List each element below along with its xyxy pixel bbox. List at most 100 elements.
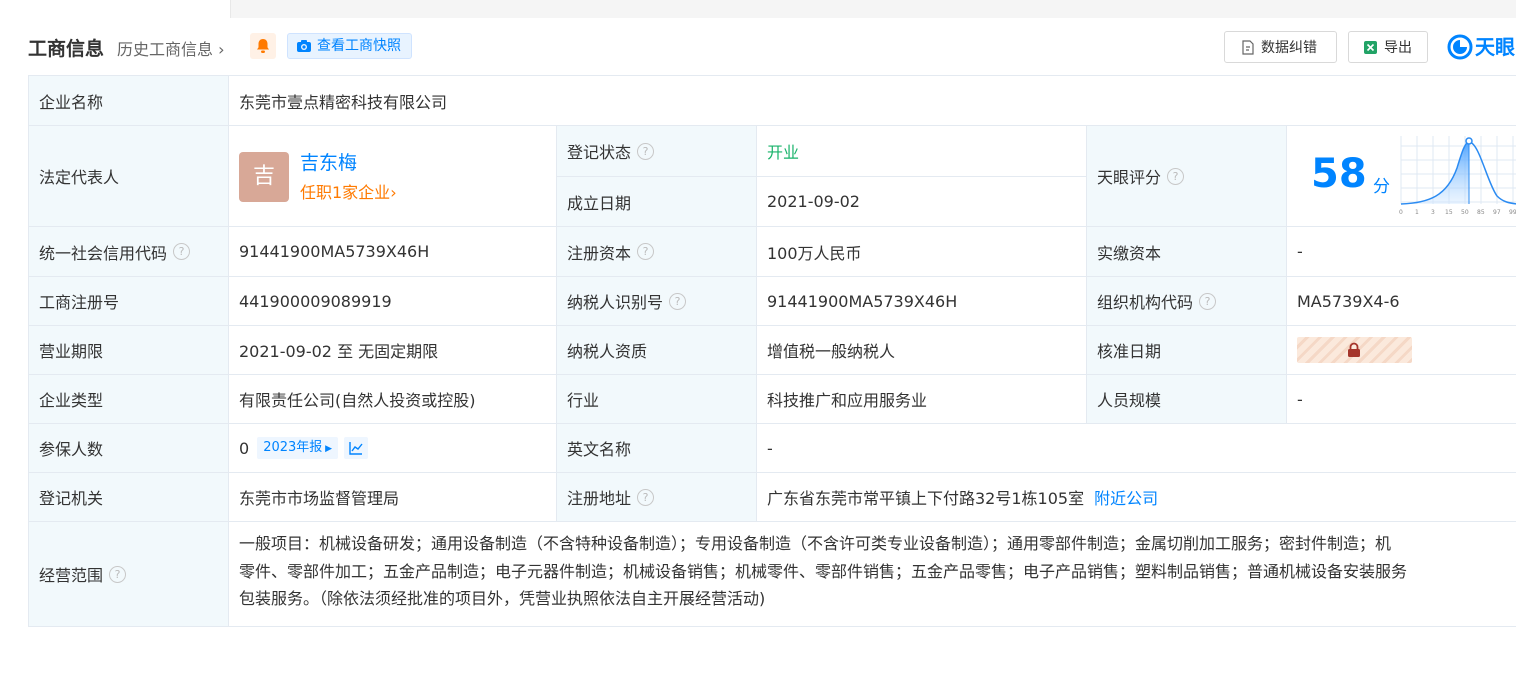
tianyan-score-label: 天眼评分? bbox=[1087, 126, 1287, 227]
chart-tick: 99 bbox=[1509, 209, 1516, 216]
eye-logo-icon bbox=[1447, 34, 1473, 60]
chevron-right-icon: › bbox=[213, 40, 225, 59]
help-icon[interactable]: ? bbox=[669, 292, 687, 310]
reg-capital-label-text: 注册资本 bbox=[567, 243, 632, 263]
bell-icon bbox=[257, 39, 269, 53]
tianyan-score-cell[interactable]: 58 分 0 1 3 15 50 85 97 99 bbox=[1287, 126, 1516, 227]
business-info-table: 企业名称 东莞市壹点精密科技有限公司 法定代表人 吉 吉东梅 任职1家企业› 登… bbox=[28, 75, 1516, 627]
nearby-companies-link[interactable]: 附近公司 bbox=[1094, 485, 1158, 509]
tianyan-score-unit: 分 bbox=[1373, 177, 1390, 197]
trend-button[interactable] bbox=[344, 437, 369, 459]
industry-value: 科技推广和应用服务业 bbox=[757, 375, 1087, 424]
chart-tick: 15 bbox=[1445, 209, 1453, 216]
chart-tick: 3 bbox=[1431, 209, 1435, 216]
reg-authority-label: 登记机关 bbox=[29, 473, 229, 522]
taxpayer-id-value: 91441900MA5739X46H bbox=[757, 277, 1087, 326]
tianyancha-logo: 天眼 bbox=[1447, 32, 1515, 62]
line-chart-icon bbox=[349, 442, 363, 455]
paid-capital-value: - bbox=[1287, 227, 1516, 277]
annual-report-tag[interactable]: 2023年报 ▶ bbox=[257, 437, 339, 459]
insured-label: 参保人数 bbox=[29, 424, 229, 473]
tianyan-score-value: 58 bbox=[1311, 151, 1367, 197]
approve-date-cell bbox=[1287, 326, 1516, 375]
help-icon[interactable]: ? bbox=[637, 243, 655, 260]
insured-value: 0 bbox=[239, 438, 250, 458]
credit-code-label-text: 统一社会信用代码 bbox=[39, 243, 168, 263]
export-button[interactable]: 导出 bbox=[1348, 31, 1428, 63]
reg-status-label: 登记状态? bbox=[557, 126, 757, 177]
legal-rep-name-link[interactable]: 吉东梅 bbox=[300, 148, 357, 175]
avatar[interactable]: 吉 bbox=[239, 152, 289, 202]
chart-tick: 1 bbox=[1415, 209, 1419, 216]
found-date-label: 成立日期 bbox=[557, 177, 757, 227]
help-icon[interactable]: ? bbox=[173, 243, 191, 260]
biz-term-label: 营业期限 bbox=[29, 326, 229, 375]
chart-tick: 50 bbox=[1461, 209, 1469, 216]
company-name-label: 企业名称 bbox=[29, 76, 229, 126]
document-edit-icon bbox=[1242, 40, 1254, 55]
biz-scope-label-text: 经营范围 bbox=[39, 566, 104, 585]
help-icon[interactable]: ? bbox=[109, 565, 127, 583]
org-code-label-text: 组织机构代码 bbox=[1097, 293, 1194, 312]
biz-reg-no-label: 工商注册号 bbox=[29, 277, 229, 326]
credit-code-value: 91441900MA5739X46H bbox=[229, 227, 557, 277]
excel-icon bbox=[1364, 41, 1377, 54]
section-title: 工商信息 bbox=[28, 38, 105, 60]
reg-address-label: 注册地址? bbox=[557, 473, 757, 522]
score-distribution-chart: 0 1 3 15 50 85 97 99 bbox=[1399, 136, 1516, 216]
help-icon[interactable]: ? bbox=[1199, 292, 1217, 310]
tianyan-score-label-text: 天眼评分 bbox=[1097, 168, 1162, 187]
legal-rep-positions-link[interactable]: 任职1家企业› bbox=[300, 179, 397, 203]
history-link[interactable]: 历史工商信息 › bbox=[117, 36, 225, 60]
staff-size-value: - bbox=[1287, 375, 1516, 424]
vip-locked-field[interactable] bbox=[1297, 337, 1412, 363]
legal-rep-label: 法定代表人 bbox=[29, 126, 229, 227]
biz-term-value: 2021-09-02 至 无固定期限 bbox=[229, 326, 557, 375]
reg-status-label-text: 登记状态 bbox=[567, 143, 632, 162]
biz-reg-no-value: 441900009089919 bbox=[229, 277, 557, 326]
chart-tick: 0 bbox=[1399, 209, 1403, 216]
snapshot-button[interactable]: 查看工商快照 bbox=[287, 33, 412, 59]
help-icon[interactable]: ? bbox=[637, 488, 655, 506]
chevron-right-icon: › bbox=[390, 183, 397, 202]
active-tab[interactable] bbox=[0, 0, 231, 18]
found-date-value: 2021-09-02 bbox=[757, 177, 1087, 227]
org-code-value: MA5739X4-6 bbox=[1287, 277, 1516, 326]
company-type-label: 企业类型 bbox=[29, 375, 229, 424]
top-tab-strip bbox=[0, 0, 1516, 18]
chart-tick: 85 bbox=[1477, 209, 1485, 216]
biz-scope-line: 包装服务。（除依法须经批准的项目外，凭营业执照依法自主开展经营活动) bbox=[239, 589, 766, 608]
logo-text: 天眼 bbox=[1475, 35, 1515, 59]
english-name-value: - bbox=[757, 424, 1516, 473]
paid-capital-label: 实缴资本 bbox=[1087, 227, 1287, 277]
lock-icon bbox=[1348, 342, 1360, 357]
taxpayer-id-label: 纳税人识别号? bbox=[557, 277, 757, 326]
history-link-label: 历史工商信息 bbox=[117, 40, 214, 59]
camera-icon bbox=[297, 40, 311, 52]
company-type-value: 有限责任公司(自然人投资或控股) bbox=[229, 375, 557, 424]
taxpayer-qual-value: 增值税一般纳税人 bbox=[757, 326, 1087, 375]
export-label: 导出 bbox=[1384, 40, 1412, 56]
bell-button[interactable] bbox=[250, 33, 276, 59]
reg-address-label-text: 注册地址 bbox=[567, 489, 632, 508]
section-header: 工商信息 历史工商信息 › 查看工商快照 数据纠错 导出 天眼 bbox=[28, 28, 1516, 64]
taxpayer-id-label-text: 纳税人识别号 bbox=[567, 293, 664, 312]
biz-scope-line: 零件、零部件加工；五金产品制造；电子元器件制造；机械设备销售；机械零件、零部件销… bbox=[239, 561, 1408, 581]
annual-report-label: 2023年报 bbox=[263, 440, 323, 455]
biz-scope-line: 一般项目：机械设备研发；通用设备制造（不含特种设备制造）；专用设备制造（不含许可… bbox=[239, 534, 1392, 553]
reg-authority-value: 东莞市市场监督管理局 bbox=[229, 473, 557, 522]
help-icon[interactable]: ? bbox=[1167, 167, 1185, 185]
approve-date-label: 核准日期 bbox=[1087, 326, 1287, 375]
staff-size-label: 人员规模 bbox=[1087, 375, 1287, 424]
org-code-label: 组织机构代码? bbox=[1087, 277, 1287, 326]
caret-right-icon: ▶ bbox=[322, 444, 333, 454]
data-correction-button[interactable]: 数据纠错 bbox=[1224, 31, 1337, 63]
legal-rep-positions-label: 任职1家企业 bbox=[300, 183, 391, 202]
reg-capital-value: 100万人民币 bbox=[757, 227, 1087, 277]
company-name-value: 东莞市壹点精密科技有限公司 bbox=[229, 76, 1516, 126]
help-icon[interactable]: ? bbox=[637, 142, 655, 160]
credit-code-label: 统一社会信用代码? bbox=[29, 227, 229, 277]
insured-cell: 0 2023年报 ▶ bbox=[229, 424, 557, 473]
reg-status-value: 开业 bbox=[757, 126, 1087, 177]
reg-address-value: 广东省东莞市常平镇上下付路32号1栋105室 bbox=[767, 489, 1085, 508]
